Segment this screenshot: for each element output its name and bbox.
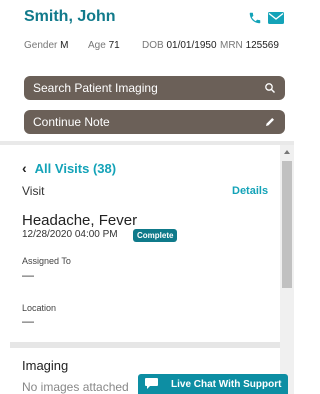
dob-value: 01/01/1950 <box>166 40 217 51</box>
phone-icon[interactable] <box>248 11 262 25</box>
search-imaging-label: Search Patient Imaging <box>33 81 158 95</box>
section-separator <box>10 342 280 348</box>
assigned-to-label: Assigned To <box>22 256 71 266</box>
scrollbar-thumb[interactable] <box>282 161 292 288</box>
mrn-label: MRN <box>220 40 243 51</box>
details-link[interactable]: Details <box>232 185 268 197</box>
demographic-age: Age 71 <box>88 40 120 51</box>
all-visits-link[interactable]: ‹ All Visits (38) <box>22 160 116 176</box>
imaging-empty-text: No images attached <box>22 380 129 394</box>
location-label: Location <box>22 303 57 313</box>
live-chat-button[interactable]: Live Chat With Support <box>138 374 288 394</box>
age-value: 71 <box>108 40 120 51</box>
visit-heading: Visit <box>22 184 45 198</box>
dob-label: DOB <box>142 40 164 51</box>
pencil-icon <box>266 118 274 126</box>
assigned-to-value: — <box>22 268 34 282</box>
all-visits-label: All Visits (38) <box>34 161 117 176</box>
live-chat-label: Live Chat With Support <box>171 379 282 390</box>
search-patient-imaging-button[interactable]: Search Patient Imaging <box>24 76 285 100</box>
status-badge: Complete <box>133 229 178 242</box>
mail-icon[interactable] <box>268 12 284 24</box>
mrn-value: 125569 <box>245 40 279 51</box>
visit-panel <box>10 145 280 394</box>
gender-label: Gender <box>24 40 58 51</box>
demographic-dob: DOB 01/01/1950 <box>142 40 217 51</box>
gender-value: M <box>60 40 69 51</box>
search-icon <box>265 83 275 93</box>
patient-name: Smith, John <box>24 8 116 25</box>
age-label: Age <box>88 40 106 51</box>
continue-note-button[interactable]: Continue Note <box>24 110 285 134</box>
location-value: — <box>22 314 34 328</box>
demographic-mrn: MRN 125569 <box>220 40 279 51</box>
continue-note-label: Continue Note <box>33 115 110 129</box>
chat-bubble-icon <box>145 378 158 389</box>
chevron-left-icon: ‹ <box>22 160 27 176</box>
scroll-up-arrow[interactable] <box>284 150 290 154</box>
imaging-title: Imaging <box>22 358 69 373</box>
patient-header: Smith, John Gender M Age 71 DOB 01/01/19… <box>0 0 294 141</box>
demographic-gender: Gender M <box>24 40 68 51</box>
visit-reason: Headache, Fever <box>22 212 138 229</box>
visit-datetime: 12/28/2020 04:00 PM <box>22 229 118 240</box>
